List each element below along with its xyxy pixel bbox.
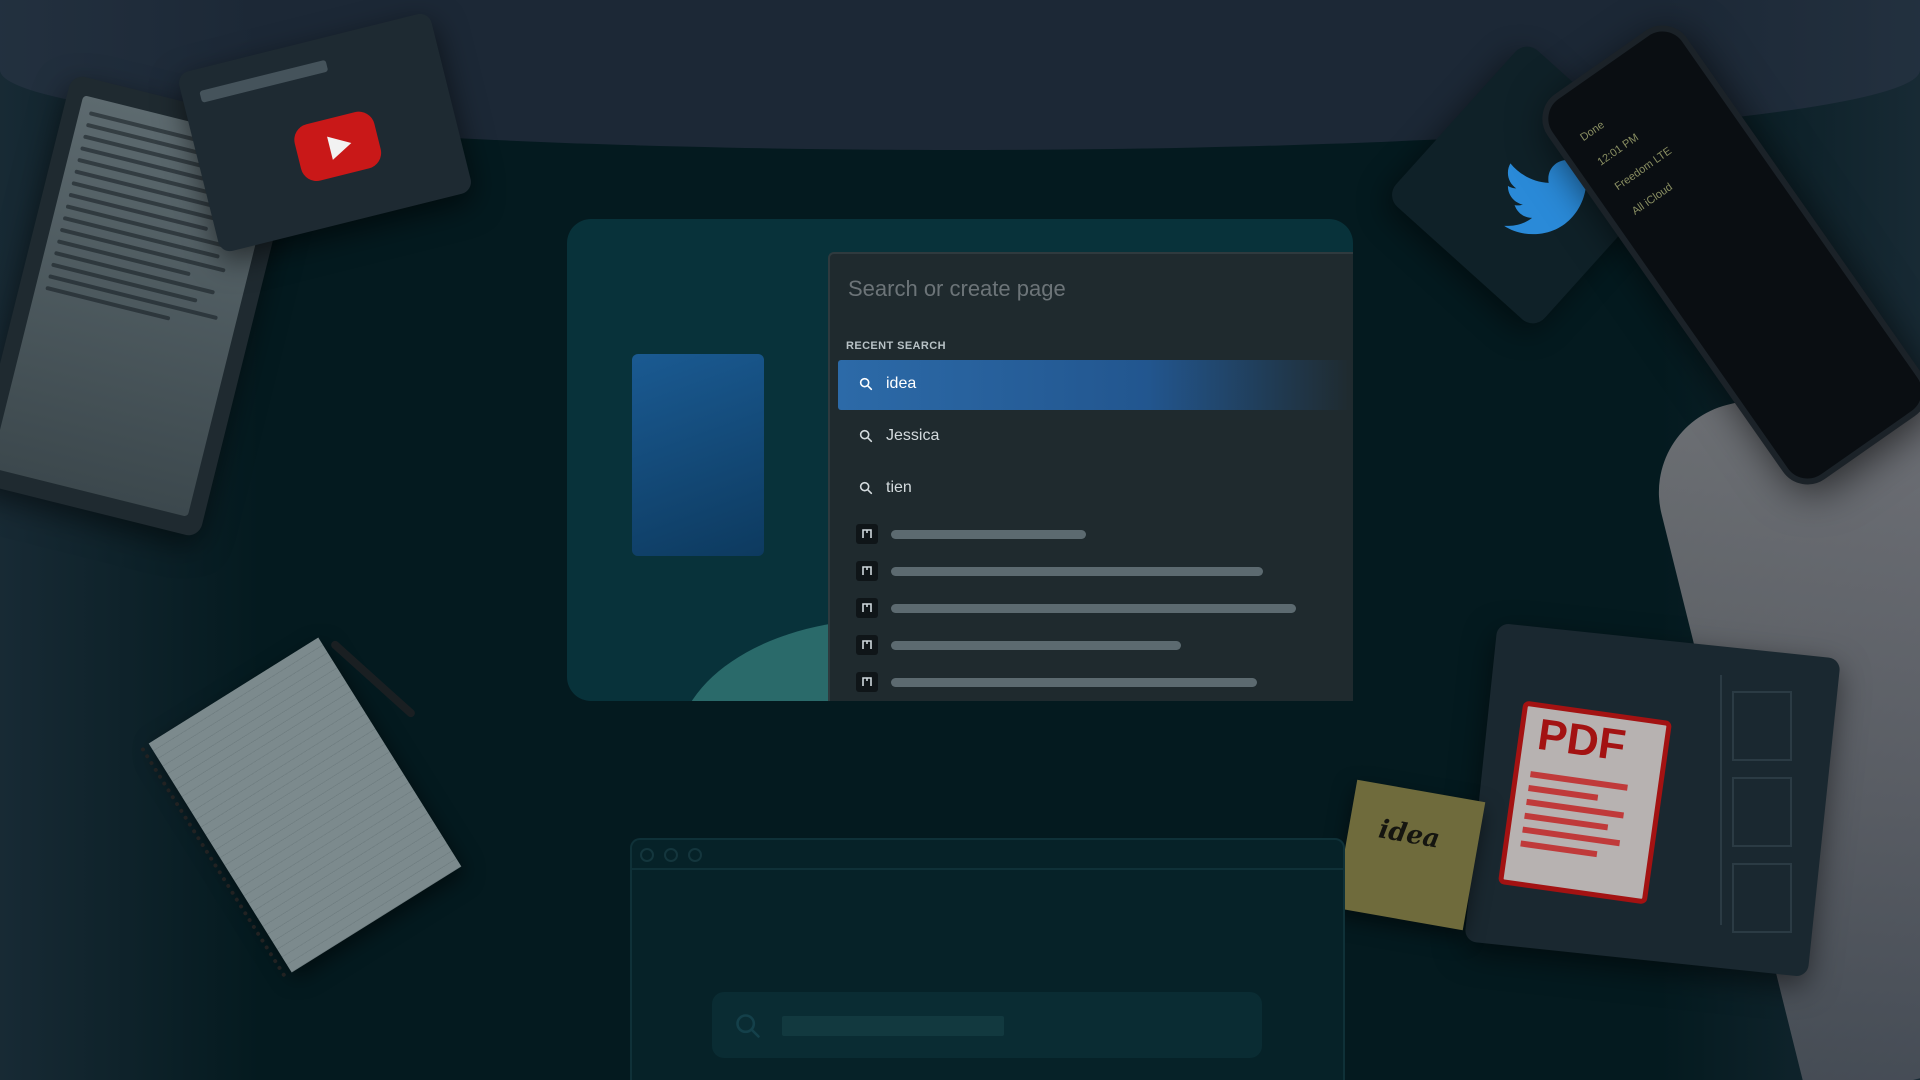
page-icon	[856, 524, 878, 544]
phone-back-label: All iCloud	[1629, 181, 1675, 218]
phone-time: 12:01 PM	[1595, 131, 1641, 169]
phone-done-label: Done	[1578, 118, 1607, 144]
page-icon	[856, 598, 878, 618]
page-title-placeholder	[891, 530, 1086, 539]
browser-search-box	[712, 992, 1262, 1058]
recent-search-item[interactable]: tien	[838, 464, 1353, 514]
page-title-placeholder	[891, 567, 1263, 576]
recent-search-label: tien	[886, 479, 912, 496]
play-icon	[327, 131, 355, 160]
page-result-row[interactable]	[856, 596, 1336, 620]
search-icon	[859, 377, 873, 391]
pdf-tablet-sidebar	[1720, 675, 1800, 933]
browser-dot	[664, 848, 678, 862]
background-browser-window	[630, 838, 1345, 1080]
recent-search-heading: RECENT SEARCH	[846, 340, 946, 352]
youtube-card-title-bar	[199, 59, 329, 103]
sticky-note: idea	[1334, 779, 1486, 931]
search-panel: Search or create page RECENT SEARCH idea…	[828, 252, 1353, 701]
page-result-row[interactable]	[856, 522, 1336, 546]
recent-search-label: Jessica	[886, 427, 940, 444]
search-icon	[859, 481, 873, 495]
browser-dot	[688, 848, 702, 862]
page-title-placeholder	[891, 678, 1257, 687]
search-icon	[736, 1014, 760, 1038]
browser-dot	[640, 848, 654, 862]
browser-title-bar	[632, 840, 1343, 870]
recent-search-label: idea	[886, 375, 917, 392]
page-title-placeholder	[891, 604, 1296, 613]
search-icon	[859, 429, 873, 443]
page-result-row[interactable]	[856, 670, 1336, 694]
recent-search-item[interactable]: Jessica	[838, 412, 1353, 462]
youtube-logo	[290, 108, 385, 185]
pdf-label: PDF	[1534, 710, 1629, 771]
page-icon	[856, 635, 878, 655]
browser-search-placeholder-bar	[782, 1016, 1004, 1036]
sticky-note-text: idea	[1376, 814, 1443, 855]
page-title-placeholder	[891, 641, 1181, 650]
search-input[interactable]: Search or create page	[848, 276, 1066, 302]
page-result-row[interactable]	[856, 633, 1336, 657]
page-result-row[interactable]	[856, 559, 1336, 583]
page-icon	[856, 672, 878, 692]
recent-search-item[interactable]: idea	[838, 360, 1353, 410]
blue-illustration-block	[632, 354, 764, 556]
page-icon	[856, 561, 878, 581]
pdf-document-icon: PDF	[1497, 700, 1673, 905]
